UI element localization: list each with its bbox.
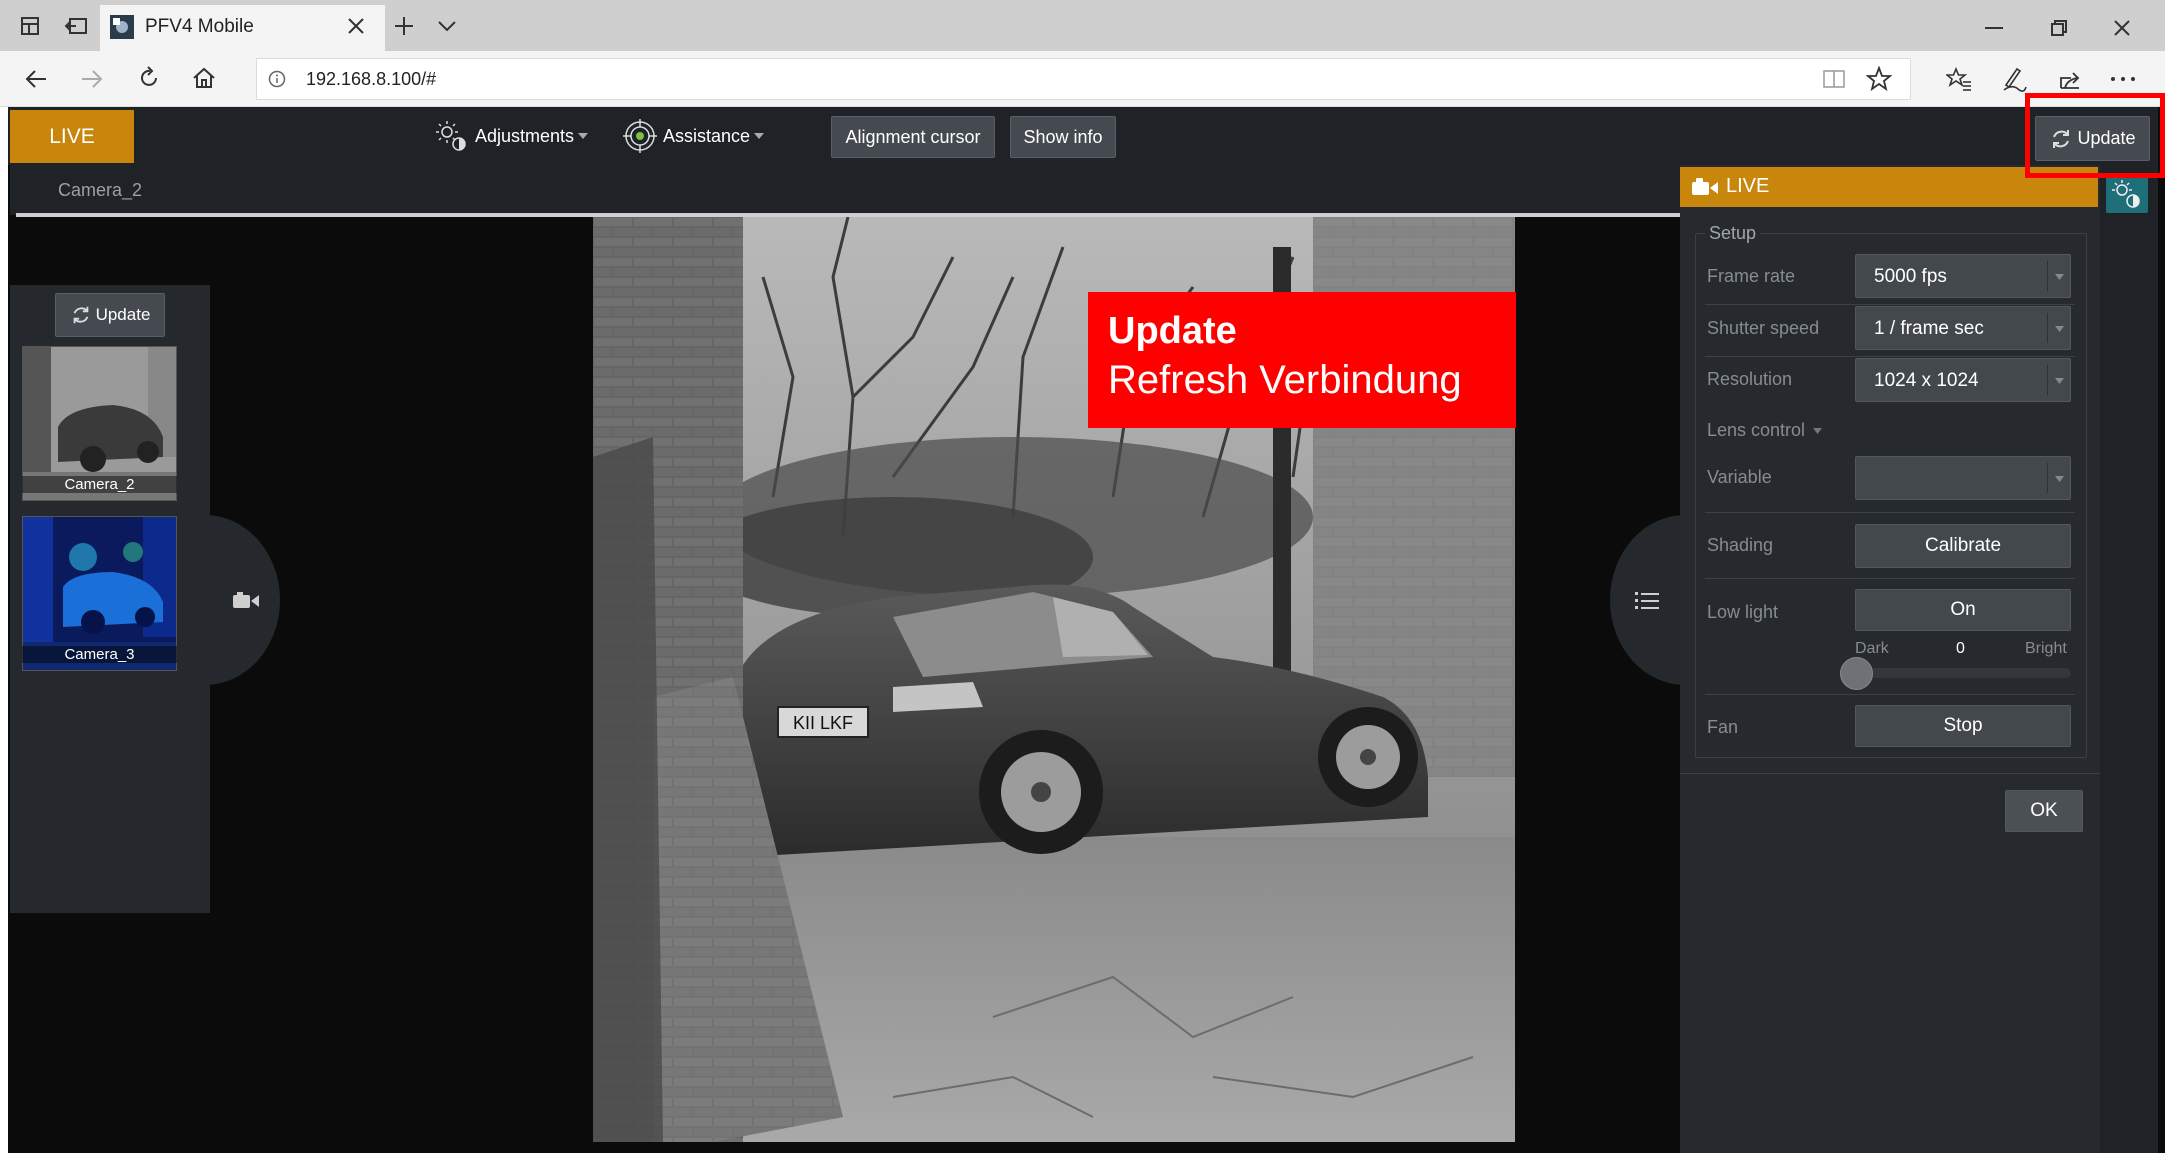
forward-icon[interactable] <box>80 68 104 90</box>
variable-select[interactable] <box>1855 456 2071 500</box>
home-icon[interactable] <box>192 66 216 90</box>
frame-rate-select[interactable]: 5000 fps <box>1855 254 2071 298</box>
favorite-star-icon[interactable] <box>1866 66 1892 92</box>
low-light-label: Low light <box>1707 602 1779 622</box>
camera-list-update-button[interactable]: Update <box>55 293 165 337</box>
share-icon[interactable] <box>2057 66 2083 92</box>
new-tab-icon[interactable] <box>393 15 415 37</box>
camera-list-refresh-icon <box>70 304 92 326</box>
close-window-icon[interactable] <box>2112 18 2132 38</box>
live-mode-tab[interactable]: LIVE <box>10 110 134 163</box>
camera-icon <box>233 592 259 610</box>
settings-panel-title: LIVE <box>1726 175 1770 197</box>
select-divider <box>2047 365 2048 395</box>
reading-view-icon[interactable] <box>1822 68 1846 90</box>
light-level-value: 0 <box>1956 640 1965 657</box>
shutter-speed-value: 1 / frame sec <box>1874 318 1984 339</box>
site-info-icon[interactable] <box>268 70 286 88</box>
pen-notes-icon[interactable] <box>2000 65 2028 93</box>
right-tool-strip <box>2100 165 2158 1153</box>
resolution-dropdown-icon <box>2055 378 2064 384</box>
favorites-hub-icon[interactable] <box>1946 66 1972 92</box>
assistance-target-icon <box>623 119 657 153</box>
resolution-select[interactable]: 1024 x 1024 <box>1855 358 2071 402</box>
annotation-title: Update <box>1108 310 1237 352</box>
light-level-slider-thumb[interactable] <box>1840 657 1873 690</box>
annotation-subtitle: Refresh Verbindung <box>1108 358 1462 402</box>
shading-label: Shading <box>1707 535 1774 555</box>
tab-list-chevron-icon[interactable] <box>437 18 457 34</box>
resolution-value: 1024 x 1024 <box>1874 370 1979 391</box>
bright-label: Bright <box>2025 640 2067 657</box>
address-bar[interactable] <box>256 58 1911 100</box>
shutter-speed-select[interactable]: 1 / frame sec <box>1855 306 2071 350</box>
adjustments-menu[interactable]: Adjustments <box>433 117 593 155</box>
video-camera-icon <box>1692 177 1718 197</box>
list-menu-icon <box>1635 590 1659 610</box>
shutter-speed-dropdown-icon <box>2055 326 2064 332</box>
alignment-cursor-button[interactable]: Alignment cursor <box>831 116 995 158</box>
adjustments-dropdown-icon <box>578 133 589 139</box>
fan-stop-button[interactable]: Stop <box>1855 705 2071 747</box>
camera-2-name: Camera_2 <box>22 476 177 493</box>
show-info-button[interactable]: Show info <box>1010 116 1116 158</box>
fan-label: Fan <box>1707 717 1739 737</box>
lens-control-dropdown-icon <box>1813 427 1823 434</box>
refresh-icon[interactable] <box>137 66 161 90</box>
frame-rate-label: Frame rate <box>1707 266 1796 286</box>
back-icon[interactable] <box>24 68 48 90</box>
row-separator <box>1705 356 2075 357</box>
shutter-speed-label: Shutter speed <box>1707 318 1820 338</box>
resolution-label: Resolution <box>1707 369 1793 389</box>
row-separator <box>1705 694 2075 695</box>
restore-icon[interactable] <box>2050 19 2068 37</box>
setup-section-label: Setup <box>1705 223 1761 244</box>
select-divider <box>2047 463 2048 493</box>
assistance-menu[interactable]: Assistance <box>623 117 773 155</box>
ok-button[interactable]: OK <box>2005 790 2083 832</box>
select-divider <box>2047 261 2048 291</box>
tab-title: PFV4 Mobile <box>145 16 254 37</box>
camera-view-title: Camera_2 <box>58 180 143 200</box>
live-mode-label: LIVE <box>49 124 95 148</box>
more-menu-icon[interactable] <box>2110 76 2136 82</box>
camera-title-bar <box>10 165 1680 215</box>
tabs-aside-icon[interactable] <box>64 15 88 37</box>
adjustments-label: Adjustments <box>475 125 575 146</box>
minimize-icon[interactable] <box>1985 26 2003 30</box>
light-level-slider-track[interactable] <box>1855 668 2071 678</box>
assistance-label: Assistance <box>663 125 751 146</box>
variable-dropdown-icon <box>2055 476 2064 482</box>
panel-divider <box>1680 773 2100 774</box>
site-favicon-icon <box>110 15 134 39</box>
dark-label: Dark <box>1855 640 1889 657</box>
assistance-dropdown-icon <box>754 133 765 139</box>
svg-text:KII LKF: KII LKF <box>793 713 853 733</box>
select-divider <box>2047 313 2048 343</box>
close-tab-icon[interactable] <box>346 16 366 36</box>
tab-actions-icon[interactable] <box>20 15 42 37</box>
low-light-toggle[interactable]: On <box>1855 589 2071 631</box>
url-text: 192.168.8.100/# <box>306 69 437 89</box>
update-highlight-frame <box>2025 93 2165 178</box>
calibrate-button[interactable]: Calibrate <box>1855 524 2071 568</box>
row-separator <box>1705 512 2075 513</box>
frame-rate-dropdown-icon <box>2055 274 2064 280</box>
variable-label: Variable <box>1707 467 1772 487</box>
lens-control-label: Lens control <box>1707 420 1806 440</box>
row-separator <box>1705 304 2075 305</box>
frame-rate-value: 5000 fps <box>1874 266 1947 287</box>
camera-3-name: Camera_3 <box>22 646 177 663</box>
annotation-callout: Update Refresh Verbindung <box>1088 292 1516 428</box>
camera-list-update-label: Update <box>95 305 151 324</box>
row-separator <box>1705 578 2075 579</box>
adjustments-icon <box>433 118 469 154</box>
adjustments-shortcut-icon[interactable] <box>2106 177 2148 213</box>
lens-control-toggle[interactable]: Lens control <box>1707 420 1823 441</box>
